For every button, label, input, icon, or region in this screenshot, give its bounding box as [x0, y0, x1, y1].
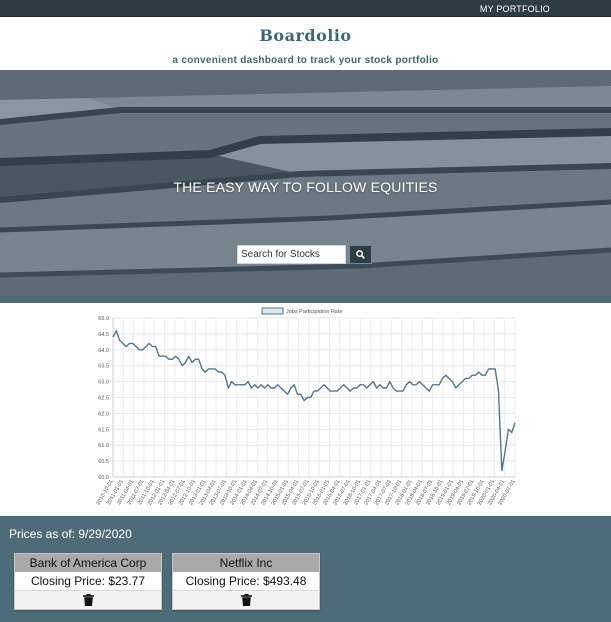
- delete-stock-button[interactable]: [82, 594, 94, 606]
- y-tick-label: 64.5: [98, 332, 109, 338]
- prices-as-of-label: Prices as of: 9/29/2020: [9, 527, 132, 541]
- stock-card: Bank of America Corp Closing Price: $23.…: [14, 553, 162, 610]
- y-tick-label: 62.5: [98, 396, 109, 402]
- section-divider: [0, 296, 611, 303]
- y-tick-label: 63.0: [98, 380, 109, 386]
- y-tick-label: 61.5: [98, 427, 109, 433]
- stock-name: Bank of America Corp: [15, 554, 161, 572]
- nav-my-portfolio-link[interactable]: MY PORTFOLIO: [480, 4, 550, 14]
- y-tick-label: 65.0: [98, 316, 109, 322]
- y-tick-label: 60.0: [98, 475, 109, 481]
- legend-swatch: [261, 307, 284, 315]
- search-button[interactable]: [349, 245, 372, 264]
- top-navbar: MY PORTFOLIO: [0, 0, 611, 17]
- closing-price: Closing Price: $23.77: [15, 572, 161, 591]
- line-chart: 65.0 64.5 64.0 63.5 63.0 62.5 62.0 61.5 61.0 60.5…: [95, 307, 517, 506]
- y-tick-label: 61.0: [98, 443, 109, 449]
- series-line: [112, 330, 516, 472]
- y-tick-label: 60.5: [98, 459, 109, 465]
- hero-headline: THE EASY WAY TO FOLLOW EQUITIES: [173, 179, 438, 195]
- trash-icon: [240, 594, 252, 606]
- delete-stock-button[interactable]: [240, 594, 252, 606]
- search-icon: [356, 250, 365, 259]
- y-tick-label: 64.0: [98, 348, 109, 354]
- trash-icon: [82, 594, 94, 606]
- legend-label: Jobs Participation Rate: [286, 309, 343, 315]
- brand-header: Boardolio a convenient dashboard to trac…: [0, 17, 611, 70]
- participation-rate-chart: 65.0 64.5 64.0 63.5 63.0 62.5 62.0 61.5 61.0 60.5…: [0, 303, 611, 516]
- y-tick-label: 62.0: [98, 411, 109, 417]
- stock-search-input[interactable]: [237, 245, 346, 264]
- y-tick-label: 63.5: [98, 364, 109, 370]
- hero-banner: THE EASY WAY TO FOLLOW EQUITIES: [0, 70, 611, 296]
- stock-card: Netflix Inc Closing Price: $493.48: [172, 553, 320, 610]
- prices-section: Prices as of: 9/29/2020 Bank of America …: [0, 516, 611, 622]
- app-tagline: a convenient dashboard to track your sto…: [172, 55, 439, 66]
- stock-name: Netflix Inc: [173, 554, 319, 572]
- app-logo[interactable]: Boardolio: [0, 26, 611, 45]
- closing-price: Closing Price: $493.48: [173, 572, 319, 591]
